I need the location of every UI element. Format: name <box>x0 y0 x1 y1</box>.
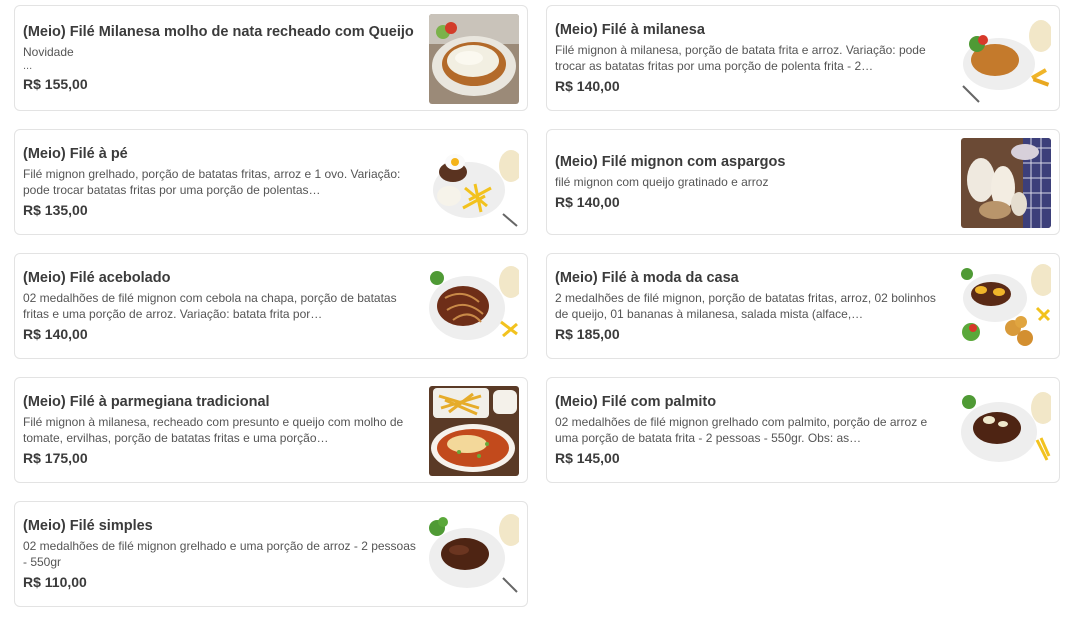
menu-item-text: (Meio) Filé mignon com aspargos filé mig… <box>555 138 951 226</box>
menu-item-description: Filé mignon à milanesa, recheado com pre… <box>23 414 404 445</box>
menu-item-title: (Meio) Filé à parmegiana tradicional <box>23 393 270 410</box>
menu-item-price: R$ 185,00 <box>555 325 620 342</box>
menu-item-card[interactable]: (Meio) Filé à milanesa Filé mignon à mil… <box>546 5 1060 111</box>
menu-item-text: (Meio) Filé Milanesa molho de nata reche… <box>23 14 419 102</box>
menu-item-price: R$ 145,00 <box>555 449 620 466</box>
dish-photo <box>429 262 519 352</box>
menu-item-price: R$ 175,00 <box>23 449 88 466</box>
menu-item-description: Filé mignon grelhado, porção de batatas … <box>23 166 401 197</box>
menu-item-text: (Meio) Filé com palmito 02 medalhões de … <box>555 386 951 474</box>
menu-item-card[interactable]: (Meio) Filé mignon com aspargos filé mig… <box>546 129 1060 235</box>
dish-photo <box>429 14 519 104</box>
menu-item-description: 02 medalhões de filé mignon com cebola n… <box>23 290 397 321</box>
menu-item-title: (Meio) Filé à moda da casa <box>555 269 739 286</box>
menu-item-title: (Meio) Filé à milanesa <box>555 21 705 38</box>
menu-item-title: (Meio) Filé à pé <box>23 145 128 162</box>
menu-item-text: (Meio) Filé simples 02 medalhões de filé… <box>23 510 419 598</box>
menu-item-title: (Meio) Filé mignon com aspargos <box>555 153 786 170</box>
menu-item-description: 02 medalhões de filé mignon grelhado com… <box>555 414 928 445</box>
menu-item-description: Filé mignon à milanesa, porção de batata… <box>555 42 926 73</box>
menu-item-price: R$ 110,00 <box>23 573 87 590</box>
dish-photo <box>961 386 1051 476</box>
dish-photo <box>961 138 1051 228</box>
menu-item-price: R$ 140,00 <box>555 77 620 94</box>
dish-photo <box>429 510 519 600</box>
menu-item-price: R$ 155,00 <box>23 75 88 92</box>
menu-item-card[interactable]: (Meio) Filé simples 02 medalhões de filé… <box>14 501 528 607</box>
menu-item-text: (Meio) Filé à moda da casa 2 medalhões d… <box>555 262 951 350</box>
dish-photo <box>429 386 519 476</box>
menu-item-text: (Meio) Filé acebolado 02 medalhões de fi… <box>23 262 419 350</box>
dish-photo <box>961 262 1051 352</box>
menu-item-title: (Meio) Filé simples <box>23 517 153 534</box>
menu-item-card[interactable]: (Meio) Filé acebolado 02 medalhões de fi… <box>14 253 528 359</box>
menu-item-title: (Meio) Filé Milanesa molho de nata reche… <box>23 23 414 40</box>
menu-item-card[interactable]: (Meio) Filé à moda da casa 2 medalhões d… <box>546 253 1060 359</box>
menu-item-price: R$ 140,00 <box>23 325 88 342</box>
menu-item-text: (Meio) Filé à pé Filé mignon grelhado, p… <box>23 138 419 226</box>
dish-photo <box>429 138 519 228</box>
menu-grid: (Meio) Filé Milanesa molho de nata reche… <box>0 0 1073 623</box>
menu-item-description: 02 medalhões de filé mignon grelhado e u… <box>23 538 416 569</box>
menu-item-card[interactable]: (Meio) Filé à pé Filé mignon grelhado, p… <box>14 129 528 235</box>
menu-item-price: R$ 140,00 <box>555 193 620 210</box>
menu-item-title: (Meio) Filé com palmito <box>555 393 717 410</box>
menu-item-card[interactable]: (Meio) Filé com palmito 02 medalhões de … <box>546 377 1060 483</box>
menu-item-title: (Meio) Filé acebolado <box>23 269 171 286</box>
menu-item-description: filé mignon com queijo gratinado e arroz <box>555 174 769 189</box>
menu-item-text: (Meio) Filé à milanesa Filé mignon à mil… <box>555 14 951 102</box>
menu-item-price: R$ 135,00 <box>23 201 88 218</box>
menu-item-card[interactable]: (Meio) Filé à parmegiana tradicional Fil… <box>14 377 528 483</box>
dish-photo <box>961 14 1051 104</box>
menu-item-description: Novidade <box>23 44 74 59</box>
menu-item-text: (Meio) Filé à parmegiana tradicional Fil… <box>23 386 419 474</box>
menu-item-description: 2 medalhões de filé mignon, porção de ba… <box>555 290 936 321</box>
menu-item-more: ... <box>23 59 33 72</box>
menu-item-card[interactable]: (Meio) Filé Milanesa molho de nata reche… <box>14 5 528 111</box>
